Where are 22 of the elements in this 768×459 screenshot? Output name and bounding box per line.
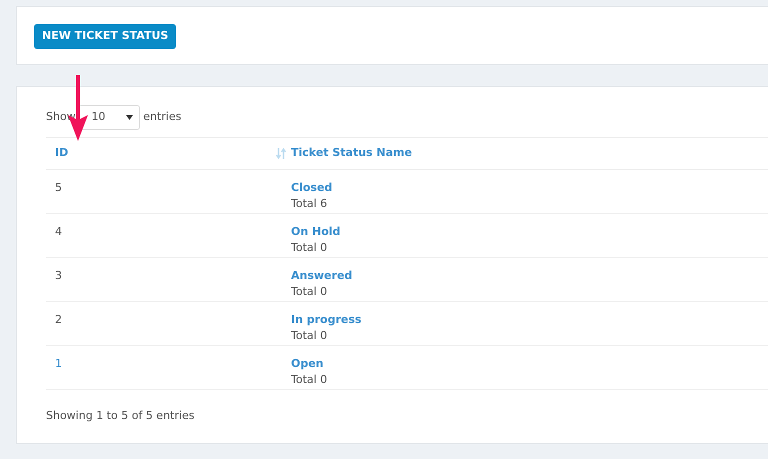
ticket-total: Total 0 xyxy=(291,372,328,388)
ticket-total: Total 6 xyxy=(291,196,328,212)
new-ticket-status-button[interactable]: NEW TICKET STATUS xyxy=(34,24,176,48)
id-cell-text: 4 xyxy=(55,224,62,240)
status-name-link[interactable]: Open xyxy=(291,356,328,372)
ticket-total: Total 0 xyxy=(291,328,328,344)
status-name-link[interactable]: In progress xyxy=(291,312,362,328)
status-name-link[interactable]: Answered xyxy=(291,268,352,284)
id-link[interactable]: 1 xyxy=(55,356,62,372)
table-info: Showing 1 to 5 of 5 entries xyxy=(46,408,196,424)
id-cell-text: 2 xyxy=(55,312,62,328)
status-name-link[interactable]: On Hold xyxy=(291,224,340,240)
sort-icon[interactable] xyxy=(276,148,286,158)
column-header[interactable]: ID xyxy=(55,144,68,162)
id-cell-text: 3 xyxy=(55,268,62,284)
status-name-link[interactable]: Closed xyxy=(291,180,332,196)
entries-label: entries xyxy=(143,108,182,125)
column-header[interactable]: Ticket Status Name xyxy=(291,146,412,159)
caret-icon xyxy=(126,114,134,120)
ticket-total: Total 0 xyxy=(291,240,328,256)
ticket-total: Total 0 xyxy=(291,284,328,300)
id-cell-text: 5 xyxy=(55,180,62,196)
